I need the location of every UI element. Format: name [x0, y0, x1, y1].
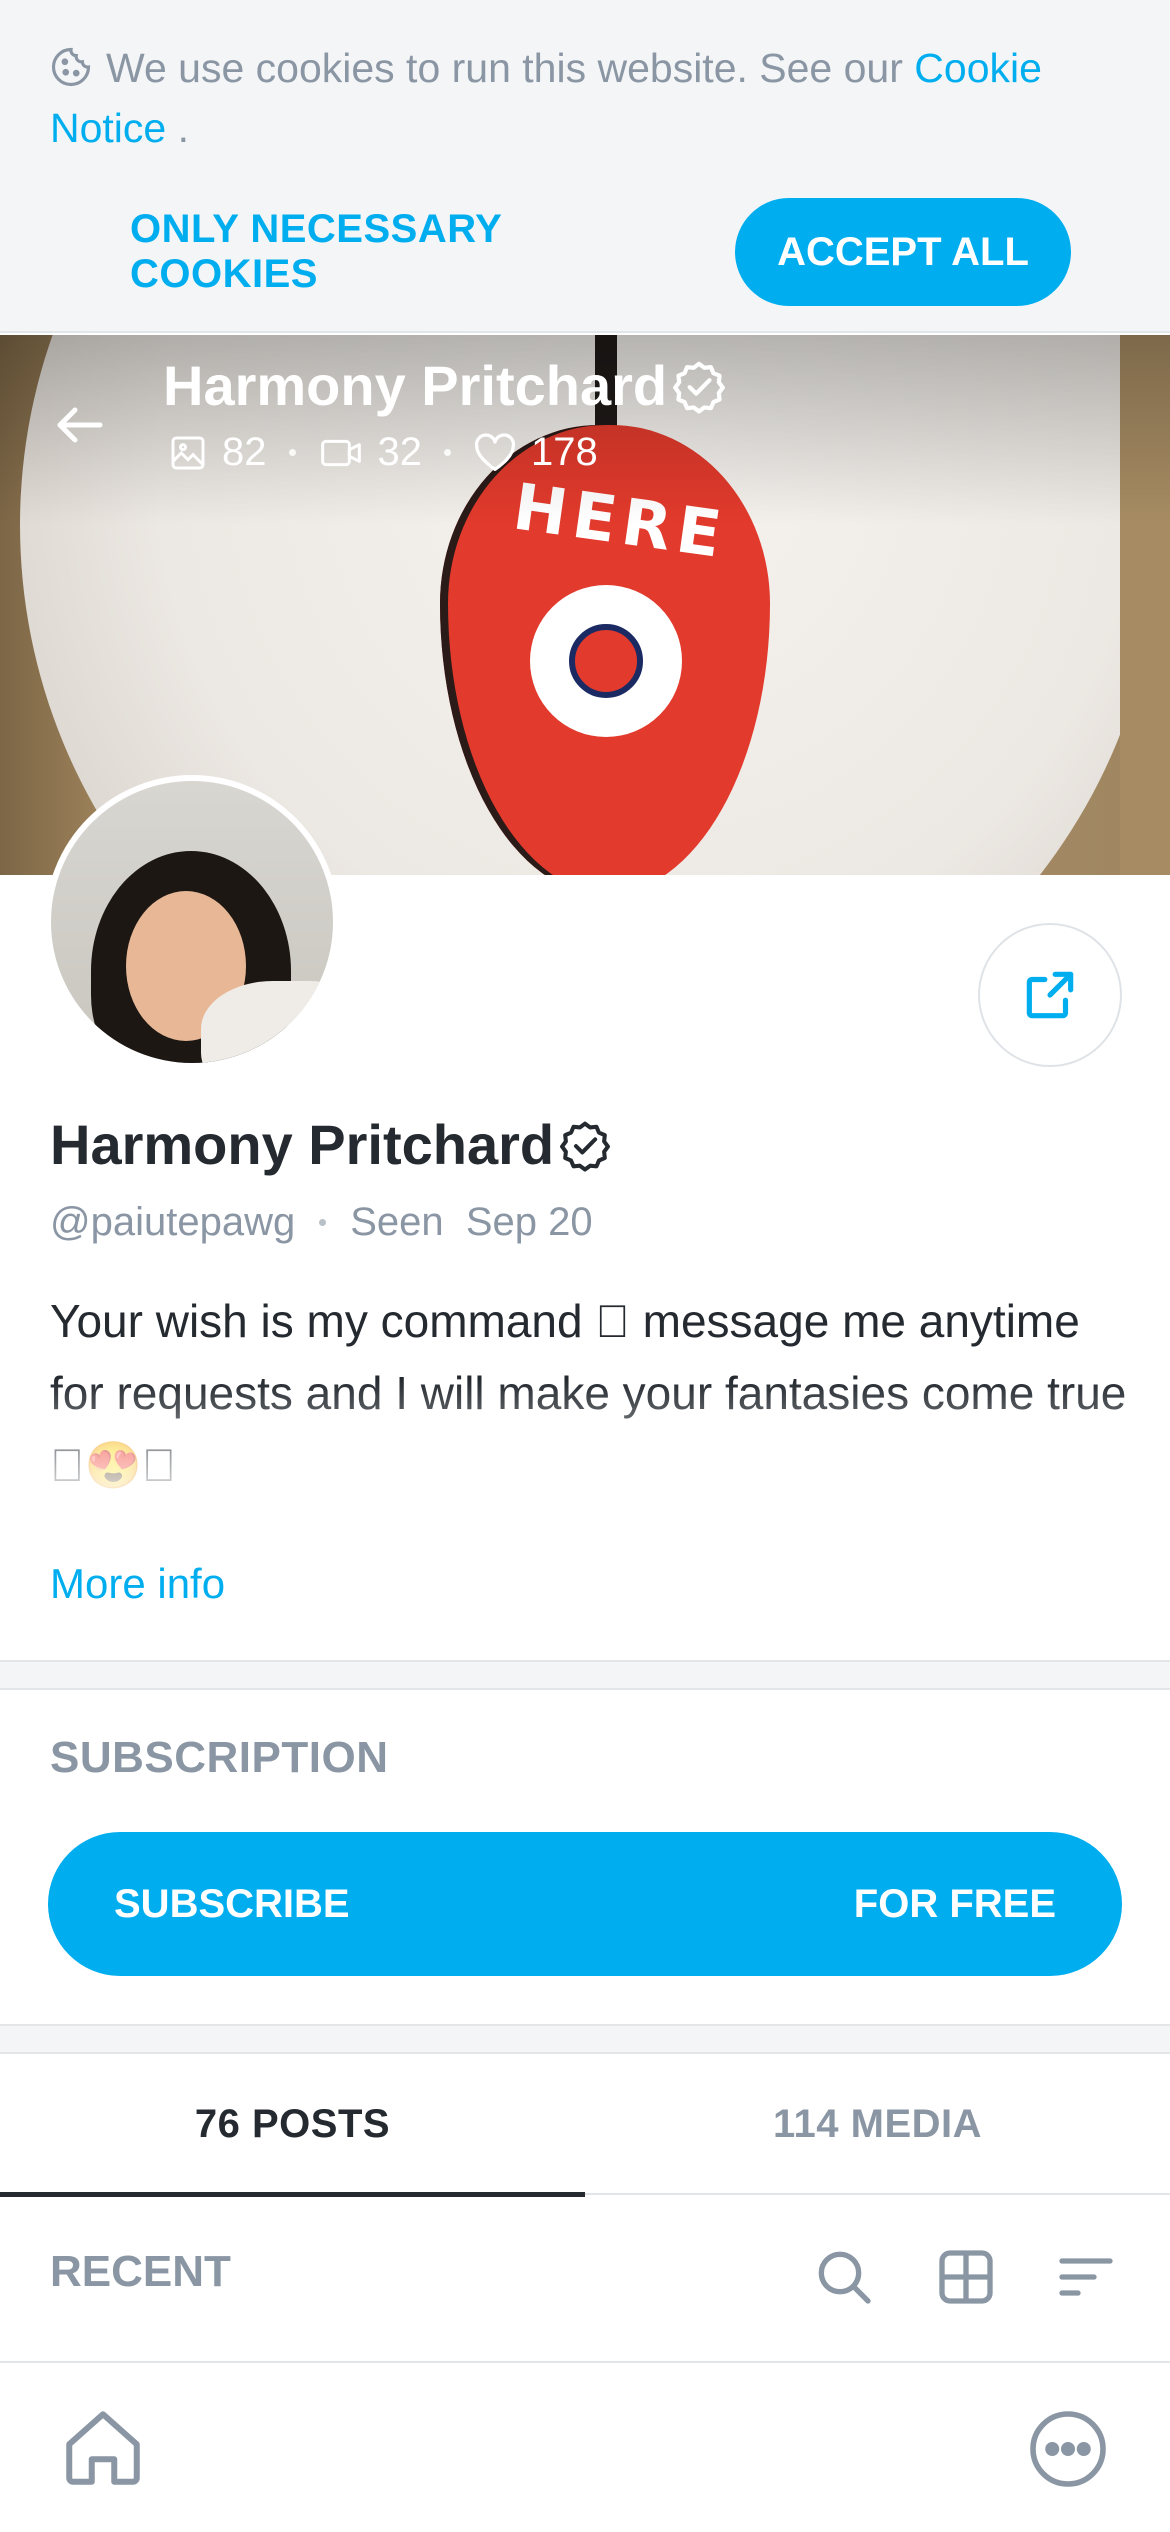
photo-count-value: 82 [222, 430, 267, 474]
section-divider [0, 1660, 1170, 1690]
like-count-value: 178 [531, 430, 598, 474]
cookie-banner: We use cookies to run this website. See … [0, 0, 1170, 333]
tab-posts[interactable]: 76 POSTS [0, 2053, 585, 2197]
cookie-message: We use cookies to run this website. See … [50, 38, 1130, 158]
image-icon [171, 436, 205, 469]
share-icon [1026, 971, 1074, 1019]
more-info-link[interactable]: More info [50, 1560, 225, 1608]
photo-count: 82 [168, 430, 267, 475]
heart-icon [474, 432, 516, 471]
recent-label: RECENT [50, 2247, 231, 2296]
search-icon[interactable] [812, 2245, 876, 2309]
subscribe-price: FOR FREE [853, 1881, 1056, 1926]
cover-name-text: Harmony Pritchard [163, 354, 668, 417]
cover-profile-name: Harmony Pritchard [163, 353, 727, 418]
subscribe-label: SUBSCRIBE [114, 1881, 350, 1926]
back-arrow-icon[interactable] [50, 395, 110, 455]
bottom-nav [0, 2361, 1170, 2532]
video-icon [320, 439, 361, 466]
bio-fade [0, 1380, 1170, 1540]
avatar[interactable] [45, 775, 339, 1069]
cookie-icon [51, 47, 91, 87]
cookie-text-end: . [166, 105, 190, 151]
tab-media[interactable]: 114 MEDIA [585, 2053, 1170, 2195]
share-button[interactable] [978, 923, 1122, 1067]
content-tabs: 76 POSTS 114 MEDIA [0, 2053, 1170, 2197]
recent-bar: RECENT [0, 2197, 1170, 2361]
cover-eye-inner [569, 624, 643, 698]
accept-all-button[interactable]: ACCEPT ALL [735, 198, 1071, 306]
video-count: 32 [318, 430, 423, 475]
profile-name: Harmony Pritchard [50, 1112, 612, 1177]
home-icon[interactable] [58, 2403, 148, 2493]
profile-name-text: Harmony Pritchard [50, 1113, 555, 1176]
verified-badge-icon [673, 361, 726, 414]
verified-badge-icon [560, 1121, 611, 1172]
profile-handle: @paiutepawg [50, 1200, 296, 1244]
section-divider [0, 2024, 1170, 2054]
more-icon[interactable] [1026, 2407, 1110, 2491]
stat-separator [444, 449, 451, 456]
profile-meta: @paiutepawg Seen Sep 20 [50, 1200, 593, 1245]
meta-separator [319, 1219, 327, 1226]
subscription-title: SUBSCRIPTION [50, 1733, 389, 1782]
sort-icon[interactable] [1054, 2245, 1118, 2309]
subscribe-button[interactable]: SUBSCRIBE FOR FREE [48, 1832, 1122, 1976]
cover-eye [530, 585, 682, 737]
avatar-body [201, 981, 333, 1063]
only-necessary-cookies-button[interactable]: ONLY NECESSARY COOKIES [130, 200, 690, 304]
stat-separator [288, 449, 296, 456]
cookie-text: We use cookies to run this website. See … [106, 45, 903, 91]
grid-icon[interactable] [934, 2245, 998, 2309]
like-count: 178 [473, 430, 598, 475]
seen-label: Seen [350, 1200, 444, 1244]
video-count-value: 32 [377, 430, 423, 474]
cover-stats: 82 32 178 [168, 430, 598, 475]
seen-date: Sep 20 [465, 1200, 593, 1244]
